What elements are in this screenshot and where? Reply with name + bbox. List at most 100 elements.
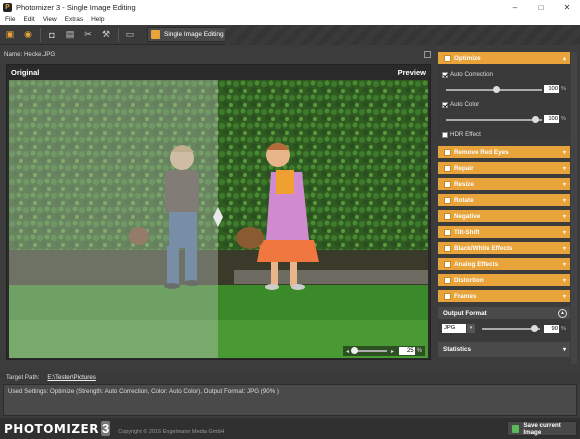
mode-label: Single Image Editing <box>164 31 224 38</box>
toolbar-separator <box>40 27 41 42</box>
section-repair[interactable]: Repair ▾ <box>438 162 570 174</box>
panel-scrollbar[interactable] <box>571 52 577 364</box>
section-label: Tilt-Shift <box>454 228 480 236</box>
print-icon[interactable]: ▤ <box>63 28 77 42</box>
menu-extras[interactable]: Extras <box>65 16 83 23</box>
zoom-out-icon[interactable]: ◂ <box>346 348 349 355</box>
photomizer-logo-number: 3 <box>100 421 111 436</box>
title-bar: P Photomizer 3 - Single Image Editing – … <box>0 0 580 14</box>
original-label: Original <box>11 67 40 77</box>
menu-view[interactable]: View <box>43 16 57 23</box>
section-checkbox[interactable] <box>444 260 451 268</box>
section-checkbox[interactable] <box>444 212 451 220</box>
section-label: Distortion <box>454 276 484 284</box>
zoom-slider[interactable] <box>351 347 388 354</box>
comparison-image[interactable]: ◂ ▸ 25 % <box>9 80 428 358</box>
section-checkbox[interactable] <box>444 292 451 300</box>
slider-handle[interactable] <box>493 86 500 93</box>
output-format-header[interactable]: Output Format ▴ <box>438 307 570 319</box>
section-label: Rotate <box>454 196 474 204</box>
section-checkbox[interactable] <box>444 148 451 156</box>
section-tilt-shift[interactable]: Tilt-Shift ▾ <box>438 226 570 238</box>
camera-icon[interactable]: ◘ <box>45 28 59 42</box>
statistics-title: Statistics <box>443 346 471 353</box>
section-label: Negative <box>454 212 481 220</box>
section-label: Remove Red Eyes <box>454 148 509 156</box>
chevron-up-icon: ▴ <box>562 55 566 62</box>
quality-slider[interactable] <box>482 325 540 332</box>
auto-correction-value[interactable]: 100 <box>544 85 559 93</box>
auto-color-value[interactable]: 100 <box>544 115 559 123</box>
menu-help[interactable]: Help <box>91 16 104 23</box>
add-folder-icon[interactable]: ◉ <box>21 28 35 42</box>
collapse-icon[interactable]: ▴ <box>558 308 567 318</box>
section-checkbox[interactable] <box>444 276 451 284</box>
chevron-down-icon: ▾ <box>562 261 566 268</box>
format-select[interactable]: JPG <box>442 324 466 333</box>
slider-handle[interactable] <box>532 116 539 123</box>
scissors-icon[interactable]: ✂ <box>81 28 95 42</box>
auto-color-checkbox[interactable] <box>442 101 448 108</box>
chevron-down-icon: ▾ <box>562 293 566 300</box>
zoom-slider-handle[interactable] <box>351 347 359 354</box>
chevron-down-icon[interactable]: ▾ <box>467 324 475 333</box>
auto-color-row[interactable]: Auto Color <box>442 101 479 108</box>
window-title: Photomizer 3 - Single Image Editing <box>16 2 136 12</box>
auto-color-slider[interactable] <box>446 116 542 123</box>
hdr-effect-row[interactable]: HDR Effect <box>442 131 481 138</box>
section-optimize[interactable]: Optimize ▴ <box>438 52 570 64</box>
chevron-down-icon: ▾ <box>562 277 566 284</box>
chevron-down-icon: ▾ <box>562 181 566 188</box>
quality-value[interactable]: 90 <box>544 325 559 333</box>
section-checkbox[interactable] <box>444 244 451 252</box>
slider-handle[interactable] <box>531 325 538 332</box>
auto-correction-checkbox[interactable] <box>442 71 448 78</box>
zoom-in-icon[interactable]: ▸ <box>391 348 394 355</box>
chevron-down-icon: ▾ <box>562 213 566 220</box>
auto-color-label: Auto Color <box>450 101 480 108</box>
optimize-title: Optimize <box>454 54 481 62</box>
section-checkbox[interactable] <box>444 196 451 204</box>
menu-edit[interactable]: Edit <box>23 16 34 23</box>
section-checkbox[interactable] <box>444 164 451 172</box>
section-rotate[interactable]: Rotate ▾ <box>438 194 570 206</box>
maximize-view-icon[interactable] <box>424 51 431 58</box>
section-analog-effects[interactable]: Analog Effects ▾ <box>438 258 570 270</box>
section-checkbox[interactable] <box>444 228 451 236</box>
section-black-white-effects[interactable]: Black/White Effects ▾ <box>438 242 570 254</box>
footer: PHOTOMIZER 3 Copyright © 2016 Engelmann … <box>0 418 580 439</box>
open-image-icon[interactable]: ▣ <box>3 28 17 42</box>
auto-correction-slider[interactable] <box>446 86 542 93</box>
hdr-effect-checkbox[interactable] <box>442 131 448 138</box>
menu-file[interactable]: File <box>5 16 15 23</box>
section-distortion[interactable]: Distortion ▾ <box>438 274 570 286</box>
window-icon[interactable]: ▭ <box>123 28 137 42</box>
optimize-checkbox[interactable] <box>444 54 451 62</box>
save-current-image-button[interactable]: Save current Image <box>507 421 577 436</box>
section-frames[interactable]: Frames ▾ <box>438 290 570 302</box>
close-button[interactable]: ✕ <box>554 0 580 14</box>
tools-icon[interactable]: ⚒ <box>99 28 113 42</box>
statistics-header[interactable]: Statistics ▾ <box>438 342 570 357</box>
toolbar-separator <box>118 27 119 42</box>
chevron-down-icon: ▾ <box>562 229 566 236</box>
chevron-down-icon: ▾ <box>562 149 566 156</box>
image-header: Original Preview <box>7 65 430 79</box>
section-label: Black/White Effects <box>454 244 513 252</box>
auto-correction-label: Auto Correction <box>450 71 493 78</box>
single-image-icon <box>151 30 160 39</box>
target-path-link[interactable]: E:\Tester\Pictures <box>47 374 95 381</box>
image-panel: Original Preview ◂ ▸ 25 % <box>6 64 431 360</box>
maximize-button[interactable]: □ <box>528 0 554 14</box>
target-path-label: Target Path: <box>6 373 40 381</box>
section-checkbox[interactable] <box>444 180 451 188</box>
section-resize[interactable]: Resize ▾ <box>438 178 570 190</box>
zoom-value[interactable]: 25 <box>398 347 415 355</box>
section-remove-red-eyes[interactable]: Remove Red Eyes ▾ <box>438 146 570 158</box>
copyright-text: Copyright © 2016 Engelmann Media GmbH <box>118 428 225 435</box>
minimize-button[interactable]: – <box>502 0 528 14</box>
section-negative[interactable]: Negative ▾ <box>438 210 570 222</box>
auto-correction-row[interactable]: Auto Correction <box>442 71 493 78</box>
output-format-title: Output Format <box>443 309 487 317</box>
chevron-down-icon: ▾ <box>562 197 566 204</box>
